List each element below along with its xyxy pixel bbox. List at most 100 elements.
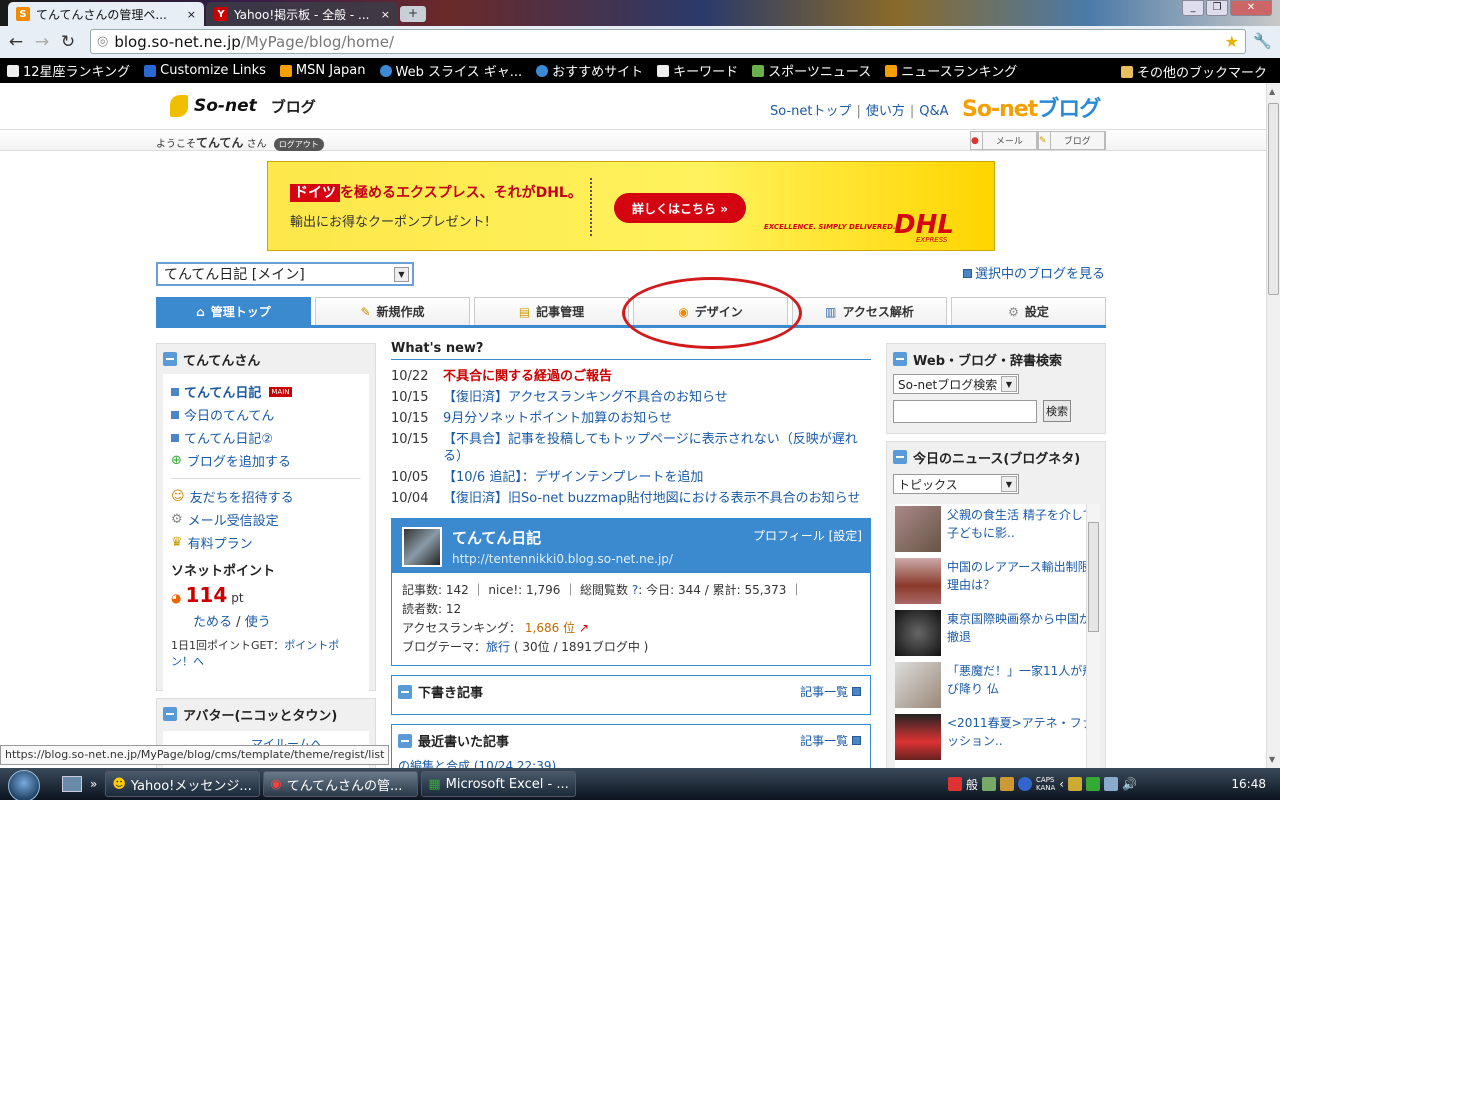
news-item[interactable]: 東京国際映画祭から中国が撤退	[895, 608, 1100, 660]
sidebar-blog[interactable]: 今日のてんてん	[171, 403, 361, 426]
taskbar-item-yahoo-messenger[interactable]: ☻ Yahoo!メッセンジ...	[105, 771, 261, 797]
help-icon[interactable]	[1018, 777, 1033, 791]
forward-icon[interactable]: →	[32, 32, 52, 52]
browser-tab-active[interactable]: S てんてんさんの管理ペ... ×	[8, 2, 204, 26]
sonet-blog-brand[interactable]: So-netブログ	[962, 91, 1101, 123]
scrollbar-thumb[interactable]	[1268, 103, 1279, 295]
news-row[interactable]: 10/15 【不具合】記事を投稿してもトップページに表示されない（反映が遅れる）	[391, 431, 871, 465]
add-blog-link[interactable]: ⊕ ブログを追加する	[171, 449, 361, 472]
close-tab-icon[interactable]: ×	[381, 8, 390, 21]
paid-plan-link[interactable]: ♛ 有料プラン	[171, 531, 361, 554]
page-scrollbar[interactable]: ▲ ▼	[1266, 83, 1280, 768]
back-icon[interactable]: ←	[6, 32, 26, 52]
bookmark-item[interactable]: MSN Japan	[273, 63, 373, 78]
sidebar-blog[interactable]: てんてん日記②	[171, 426, 361, 449]
bookmark-item[interactable]: Web スライス ギャ...	[373, 61, 530, 80]
address-bar[interactable]: ◎ blog.so-net.ne.jp/MyPage/blog/home/ ★	[90, 29, 1246, 54]
mail-settings-link[interactable]: ⚙ メール受信設定	[171, 508, 361, 531]
collapse-icon[interactable]	[893, 352, 907, 366]
close-tab-icon[interactable]: ×	[187, 8, 196, 21]
search-scope-select[interactable]: So-netブログ検索 ▼	[893, 374, 1019, 394]
chevron-right-icon[interactable]: »	[90, 777, 97, 791]
browser-tab-yahoo[interactable]: Y Yahoo!掲示板 - 全般 - ... ×	[206, 2, 398, 26]
tab-admin-top[interactable]: ⌂ 管理トップ	[156, 297, 311, 325]
collapse-icon[interactable]	[163, 352, 177, 366]
invite-friends-link[interactable]: ☺ 友だちを招待する	[171, 485, 361, 508]
profile-settings-link[interactable]: プロフィール [設定]	[753, 527, 862, 544]
minimize-icon[interactable]: _	[1182, 0, 1204, 16]
ime-icon[interactable]	[948, 777, 962, 791]
tray-icon[interactable]	[1068, 777, 1083, 791]
collapse-icon[interactable]	[398, 733, 412, 748]
start-button[interactable]	[0, 768, 44, 800]
dictionary-icon[interactable]	[982, 777, 997, 791]
close-window-icon[interactable]: ✕	[1230, 0, 1272, 16]
logout-button[interactable]: ログアウト	[273, 138, 324, 151]
theme-link[interactable]: 旅行	[486, 640, 510, 654]
wrench-icon[interactable]: 🔧	[1253, 32, 1272, 50]
view-blog-link[interactable]: 選択中のブログを見る	[963, 263, 1105, 282]
news-row[interactable]: 10/15 【復旧済】アクセスランキング不具合のお知らせ	[391, 389, 871, 406]
ad-cta-button[interactable]: 詳しくはこちら »	[614, 193, 746, 223]
clock[interactable]: 16:48	[1231, 777, 1266, 791]
signal-icon[interactable]	[1086, 777, 1101, 791]
bookmark-item[interactable]: Customize Links	[137, 63, 273, 78]
other-bookmarks[interactable]: その他のブックマーク	[1114, 62, 1274, 81]
mail-button[interactable]: ● メール	[970, 131, 1038, 150]
volume-icon[interactable]: 🔊	[1122, 777, 1137, 791]
collapse-icon[interactable]	[163, 707, 177, 721]
bookmark-star-icon[interactable]: ★	[1225, 32, 1239, 51]
blog-url[interactable]: http://tentennikki0.blog.so-net.ne.jp/	[452, 552, 673, 566]
article-list-link[interactable]: 記事一覧	[800, 683, 864, 700]
news-item[interactable]: 「悪魔だ！」一家11人が飛び降り 仏	[895, 660, 1100, 712]
blog-button[interactable]: ✎ ブログ	[1038, 131, 1106, 150]
network-icon[interactable]	[1104, 777, 1119, 791]
news-item[interactable]: <2011春夏>アテネ・ファッション..	[895, 712, 1100, 764]
bookmark-item[interactable]: スポーツニュース	[745, 61, 878, 80]
search-button[interactable]: 検索	[1043, 400, 1071, 422]
news-category-select[interactable]: トピックス ▼	[893, 474, 1019, 494]
reload-icon[interactable]: ↻	[58, 32, 78, 52]
earn-points-link[interactable]: ためる	[193, 615, 232, 630]
header-link[interactable]: Q&A	[919, 104, 948, 119]
blog-name[interactable]: てんてん日記	[452, 527, 541, 548]
maximize-icon[interactable]: ❐	[1206, 0, 1228, 16]
scroll-down-icon[interactable]: ▼	[1269, 755, 1275, 764]
sidebar-blog-main[interactable]: てんてん日記 MAIN	[171, 380, 361, 403]
tab-new-post[interactable]: ✎ 新規作成	[315, 297, 470, 325]
tab-article-management[interactable]: ▤ 記事管理	[474, 297, 629, 325]
use-points-link[interactable]: 使う	[245, 615, 271, 630]
collapse-icon[interactable]	[893, 450, 907, 464]
header-link[interactable]: 使い方	[866, 104, 905, 119]
search-input[interactable]	[893, 400, 1037, 423]
news-row[interactable]: 10/15 9月分ソネットポイント加算のお知らせ	[391, 410, 871, 427]
scroll-up-icon[interactable]: ▲	[1269, 87, 1275, 96]
header-link[interactable]: So-netトップ	[770, 104, 851, 119]
sonet-logo[interactable]: So-net ブログ	[170, 95, 316, 117]
news-item[interactable]: 中国のレアアース輸出制限 理由は？	[895, 556, 1100, 608]
blog-select[interactable]: てんてん日記 [メイン] ▼	[156, 262, 414, 286]
blog-avatar[interactable]	[402, 527, 442, 567]
bookmark-item[interactable]: 12星座ランキング	[0, 61, 137, 80]
article-list-link[interactable]: 記事一覧	[800, 732, 864, 749]
news-row[interactable]: 10/22 不具合に関する経過のご報告	[391, 368, 871, 385]
collapse-icon[interactable]	[398, 684, 412, 699]
ranking-value[interactable]: 1,686 位	[525, 621, 575, 635]
dhl-banner-ad[interactable]: ドイツ を極めるエクスプレス、それがDHL。 輸出にお得なクーポンプレゼント! 詳…	[267, 161, 995, 251]
news-row[interactable]: 10/05 【10/6 追記】：デザインテンプレートを追加	[391, 469, 871, 486]
news-row[interactable]: 10/04 【復旧済】旧So-net buzzmap貼付地図における表示不具合のお…	[391, 490, 871, 507]
news-scrollbar[interactable]	[1086, 504, 1100, 768]
recent-article-item[interactable]: の編集と合成 (10/24 22:39)	[398, 757, 864, 768]
news-item[interactable]: 父親の食生活 精子を介して子どもに影..	[895, 504, 1100, 556]
tab-access-analysis[interactable]: ▥ アクセス解析	[792, 297, 947, 325]
chevron-left-icon[interactable]: ‹	[1059, 777, 1064, 791]
bookmark-item[interactable]: おすすめサイト	[529, 61, 650, 80]
ime-mode[interactable]: 般	[966, 776, 978, 793]
bookmark-item[interactable]: ニュースランキング	[878, 61, 1024, 80]
tool-icon[interactable]	[1000, 777, 1015, 791]
tab-settings[interactable]: ⚙ 設定	[951, 297, 1106, 325]
show-desktop-icon[interactable]	[62, 776, 82, 792]
new-tab-button[interactable]: +	[400, 6, 426, 22]
taskbar-item-chrome[interactable]: ◉ てんてんさんの管...	[263, 771, 419, 797]
bookmark-item[interactable]: キーワード	[650, 61, 745, 80]
